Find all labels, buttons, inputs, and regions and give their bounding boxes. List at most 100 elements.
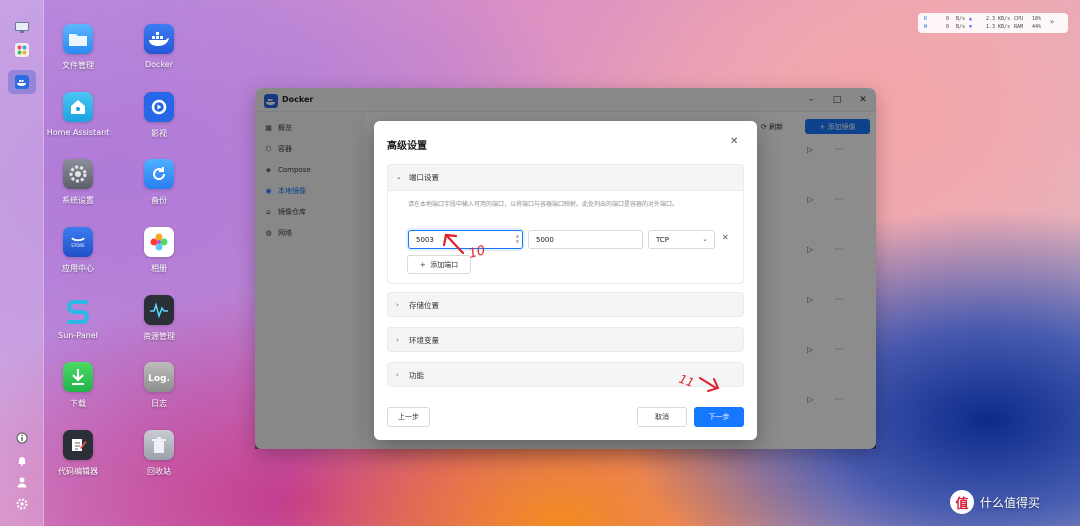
prev-step-button[interactable]: 上一步 bbox=[387, 407, 430, 427]
desktop-app-docker[interactable]: Docker bbox=[114, 24, 204, 69]
home-assistant-icon bbox=[63, 92, 93, 122]
desktop-app-video[interactable]: 影视 bbox=[114, 92, 204, 139]
sysmon-read-label: R bbox=[924, 16, 928, 22]
desktop-app-label: 文件管理 bbox=[62, 61, 94, 70]
sysmon-ram-value: 44% bbox=[1032, 24, 1042, 30]
app-grid-icon[interactable] bbox=[14, 42, 30, 58]
desktop-app-download[interactable]: 下载 bbox=[33, 362, 123, 409]
advanced-settings-modal: 高级设置 ✕ ⌄ 端口设置 请在本地端口字段中输入可用的端口，以将端口与容器端口… bbox=[374, 121, 757, 440]
desktop-app-label: 备份 bbox=[151, 196, 167, 205]
desktop-app-files[interactable]: 文件管理 bbox=[33, 24, 123, 71]
download-arrow-icon bbox=[63, 362, 93, 392]
log-icon: Log. bbox=[144, 362, 174, 392]
container-port-value: 5000 bbox=[536, 235, 554, 244]
sysmon-read-net: 2.3 KB/s bbox=[986, 16, 1011, 22]
desktop-app-store[interactable]: STORE 应用中心 bbox=[33, 227, 123, 274]
desktop-app-label: 资源管理 bbox=[143, 332, 175, 341]
storage-section[interactable]: › 存储位置 bbox=[387, 292, 744, 317]
port-hint-text: 请在本地端口字段中输入可用的端口，以将端口与容器端口映射。此处列出的端口是容器的… bbox=[408, 201, 679, 208]
sysmon-write-row: W 0 B/s ▼ 1.3 KB/s RAM 44% bbox=[924, 23, 1064, 31]
local-port-input[interactable]: 5003 ▲ ▼ bbox=[408, 230, 523, 249]
docker-dock-icon[interactable] bbox=[14, 74, 30, 90]
desktop-app-recycle-bin[interactable]: 回收站 bbox=[114, 430, 204, 477]
desktop-app-label: Docker bbox=[144, 60, 173, 69]
sysmon-write-net: 1.3 KB/s bbox=[986, 24, 1011, 30]
watermark-text: 什么值得买 bbox=[980, 495, 1041, 510]
chevron-right-icon: › bbox=[396, 301, 399, 309]
code-editor-icon bbox=[63, 430, 93, 460]
env-section-header[interactable]: › 环境变量 bbox=[396, 328, 439, 352]
upload-arrow-icon: ▲ bbox=[969, 16, 973, 22]
desktop-app-label: 回收站 bbox=[147, 467, 171, 476]
sysmon-read-disk-unit: B/s bbox=[956, 16, 966, 22]
desktop-app-label: 日志 bbox=[151, 399, 167, 408]
protocol-value: TCP bbox=[656, 235, 669, 244]
desktop-app-code-editor[interactable]: 代码编辑器 bbox=[33, 430, 123, 477]
trash-icon bbox=[144, 430, 174, 460]
sysmon-cpu-label: CPU bbox=[1014, 16, 1024, 22]
desktop-app-label: Sun-Panel bbox=[58, 331, 98, 340]
desktop-app-label: 下载 bbox=[70, 399, 86, 408]
add-port-label: 添加端口 bbox=[430, 260, 459, 269]
features-section[interactable]: › 功能 bbox=[387, 362, 744, 387]
user-icon[interactable] bbox=[14, 474, 30, 490]
collapse-chevron-icon[interactable]: » bbox=[1050, 18, 1054, 26]
stepper-icon[interactable]: ▲ ▼ bbox=[516, 233, 519, 245]
add-port-button[interactable]: + 添加端口 bbox=[407, 255, 471, 274]
desktop-app-label: Home Assistant bbox=[46, 128, 110, 137]
desktop-app-label: 应用中心 bbox=[62, 264, 94, 273]
cancel-label: 取消 bbox=[655, 413, 669, 421]
port-section-title: 端口设置 bbox=[409, 172, 439, 182]
desktop-app-label: 影视 bbox=[151, 129, 167, 138]
features-section-header[interactable]: › 功能 bbox=[396, 363, 424, 387]
desktop-app-logs[interactable]: Log. 日志 bbox=[114, 362, 204, 409]
sysmon-write-label: W bbox=[924, 24, 928, 30]
svg-text:STORE: STORE bbox=[71, 243, 85, 248]
desktop-app-settings[interactable]: 系统设置 bbox=[33, 159, 123, 206]
port-section-header[interactable]: ⌄ 端口设置 bbox=[396, 165, 439, 189]
desktop-app-label: 代码编辑器 bbox=[58, 467, 98, 476]
prev-step-label: 上一步 bbox=[398, 413, 419, 421]
desktop-icon[interactable] bbox=[14, 20, 30, 36]
plus-icon: + bbox=[419, 260, 431, 269]
sysmon-read-row: R 0 B/s ▲ 2.3 KB/s CPU 18% bbox=[924, 15, 1064, 23]
chevron-down-icon: ⌄ bbox=[396, 173, 402, 181]
next-step-label: 下一步 bbox=[708, 413, 730, 421]
sysmon-ram-label: RAM bbox=[1014, 24, 1024, 30]
download-arrow-small-icon: ▼ bbox=[969, 24, 973, 30]
backup-sync-icon bbox=[144, 159, 174, 189]
desktop-app-home-assistant[interactable]: Home Assistant bbox=[33, 92, 123, 137]
protocol-select[interactable]: TCP ⌄ bbox=[648, 230, 715, 249]
desktop-app-backup[interactable]: 备份 bbox=[114, 159, 204, 206]
desktop-app-resource-monitor[interactable]: 资源管理 bbox=[114, 295, 204, 342]
modal-backdrop-top bbox=[255, 88, 876, 112]
watermark-logo: 值 bbox=[950, 490, 974, 514]
container-port-input[interactable]: 5000 bbox=[528, 230, 643, 249]
modal-title: 高级设置 bbox=[387, 141, 427, 152]
system-settings-icon bbox=[63, 159, 93, 189]
env-vars-section[interactable]: › 环境变量 bbox=[387, 327, 744, 352]
settings-gear-icon[interactable] bbox=[14, 496, 30, 512]
cancel-button[interactable]: 取消 bbox=[637, 407, 687, 427]
docker-whale-icon bbox=[144, 24, 174, 54]
photos-flower-icon bbox=[144, 227, 174, 257]
section-title: 存储位置 bbox=[409, 300, 439, 310]
section-title: 环境变量 bbox=[409, 335, 439, 345]
sysmon-read-disk: 0 bbox=[946, 16, 950, 22]
modal-close-icon[interactable]: ✕ bbox=[730, 136, 738, 147]
system-monitor-widget: R 0 B/s ▲ 2.3 KB/s CPU 18% W 0 B/s ▼ 1.3… bbox=[918, 13, 1068, 33]
chevron-down-icon: ⌄ bbox=[702, 235, 708, 243]
storage-section-header[interactable]: › 存储位置 bbox=[396, 293, 439, 317]
film-icon bbox=[144, 92, 174, 122]
next-step-button[interactable]: 下一步 bbox=[694, 407, 744, 427]
app-store-icon: STORE bbox=[63, 227, 93, 257]
bell-icon[interactable] bbox=[14, 452, 30, 468]
info-icon[interactable] bbox=[14, 430, 30, 446]
local-port-value: 5003 bbox=[416, 235, 434, 244]
resource-monitor-icon bbox=[144, 295, 174, 325]
remove-port-icon[interactable]: ✕ bbox=[722, 233, 729, 242]
desktop-app-sun-panel[interactable]: Sun-Panel bbox=[33, 295, 123, 340]
desktop-app-label: 系统设置 bbox=[62, 196, 94, 205]
sun-panel-icon bbox=[63, 295, 93, 325]
desktop-app-photos[interactable]: 相册 bbox=[114, 227, 204, 274]
